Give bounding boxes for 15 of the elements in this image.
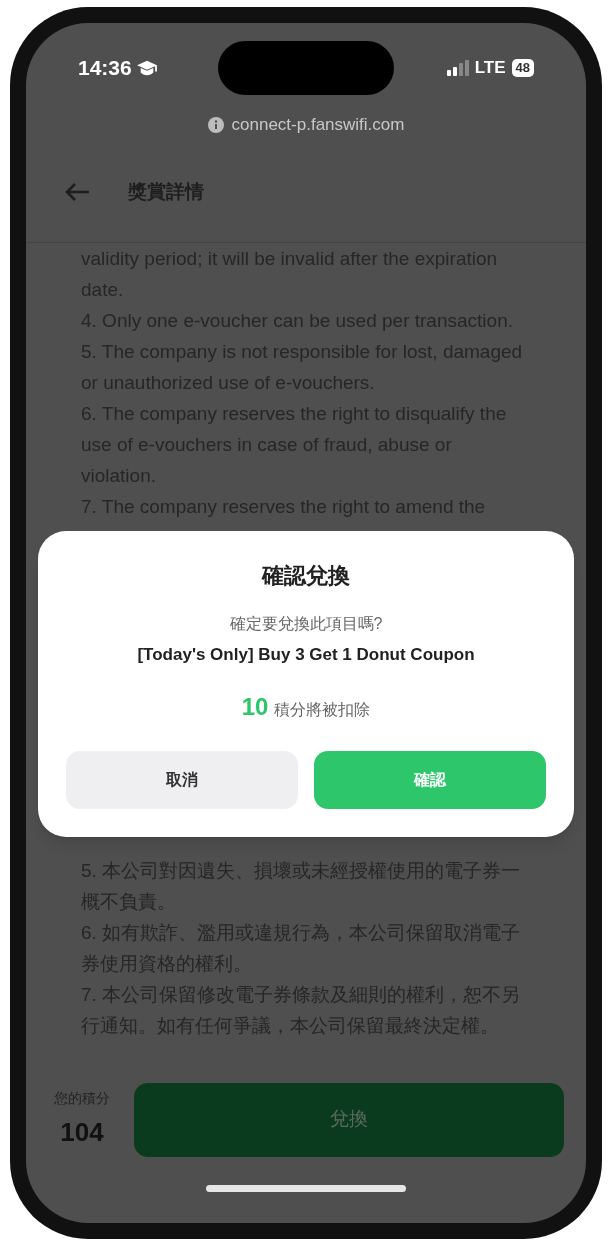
points-balance: 104 — [60, 1115, 104, 1149]
points-note: 積分將被扣除 — [274, 700, 371, 720]
info-icon — [207, 116, 224, 133]
dialog-question: 確定要兌換此項目嗎? — [229, 613, 383, 634]
url-text[interactable]: connect-p.fanswifi.com — [231, 111, 405, 138]
graduation-cap-icon — [135, 58, 158, 77]
points-cost: 10 — [241, 692, 269, 722]
dialog-title: 確認兌換 — [262, 561, 350, 590]
cancel-button[interactable]: 取消 — [66, 751, 298, 809]
back-arrow-icon[interactable] — [64, 182, 90, 202]
clock-time: 14:36 — [78, 54, 132, 81]
battery-level: 48 — [511, 58, 534, 77]
signal-icon — [446, 59, 469, 76]
item-name: [Today's Only] Buy 3 Get 1 Donut Coupon — [137, 643, 475, 666]
network-label: LTE — [474, 56, 506, 79]
